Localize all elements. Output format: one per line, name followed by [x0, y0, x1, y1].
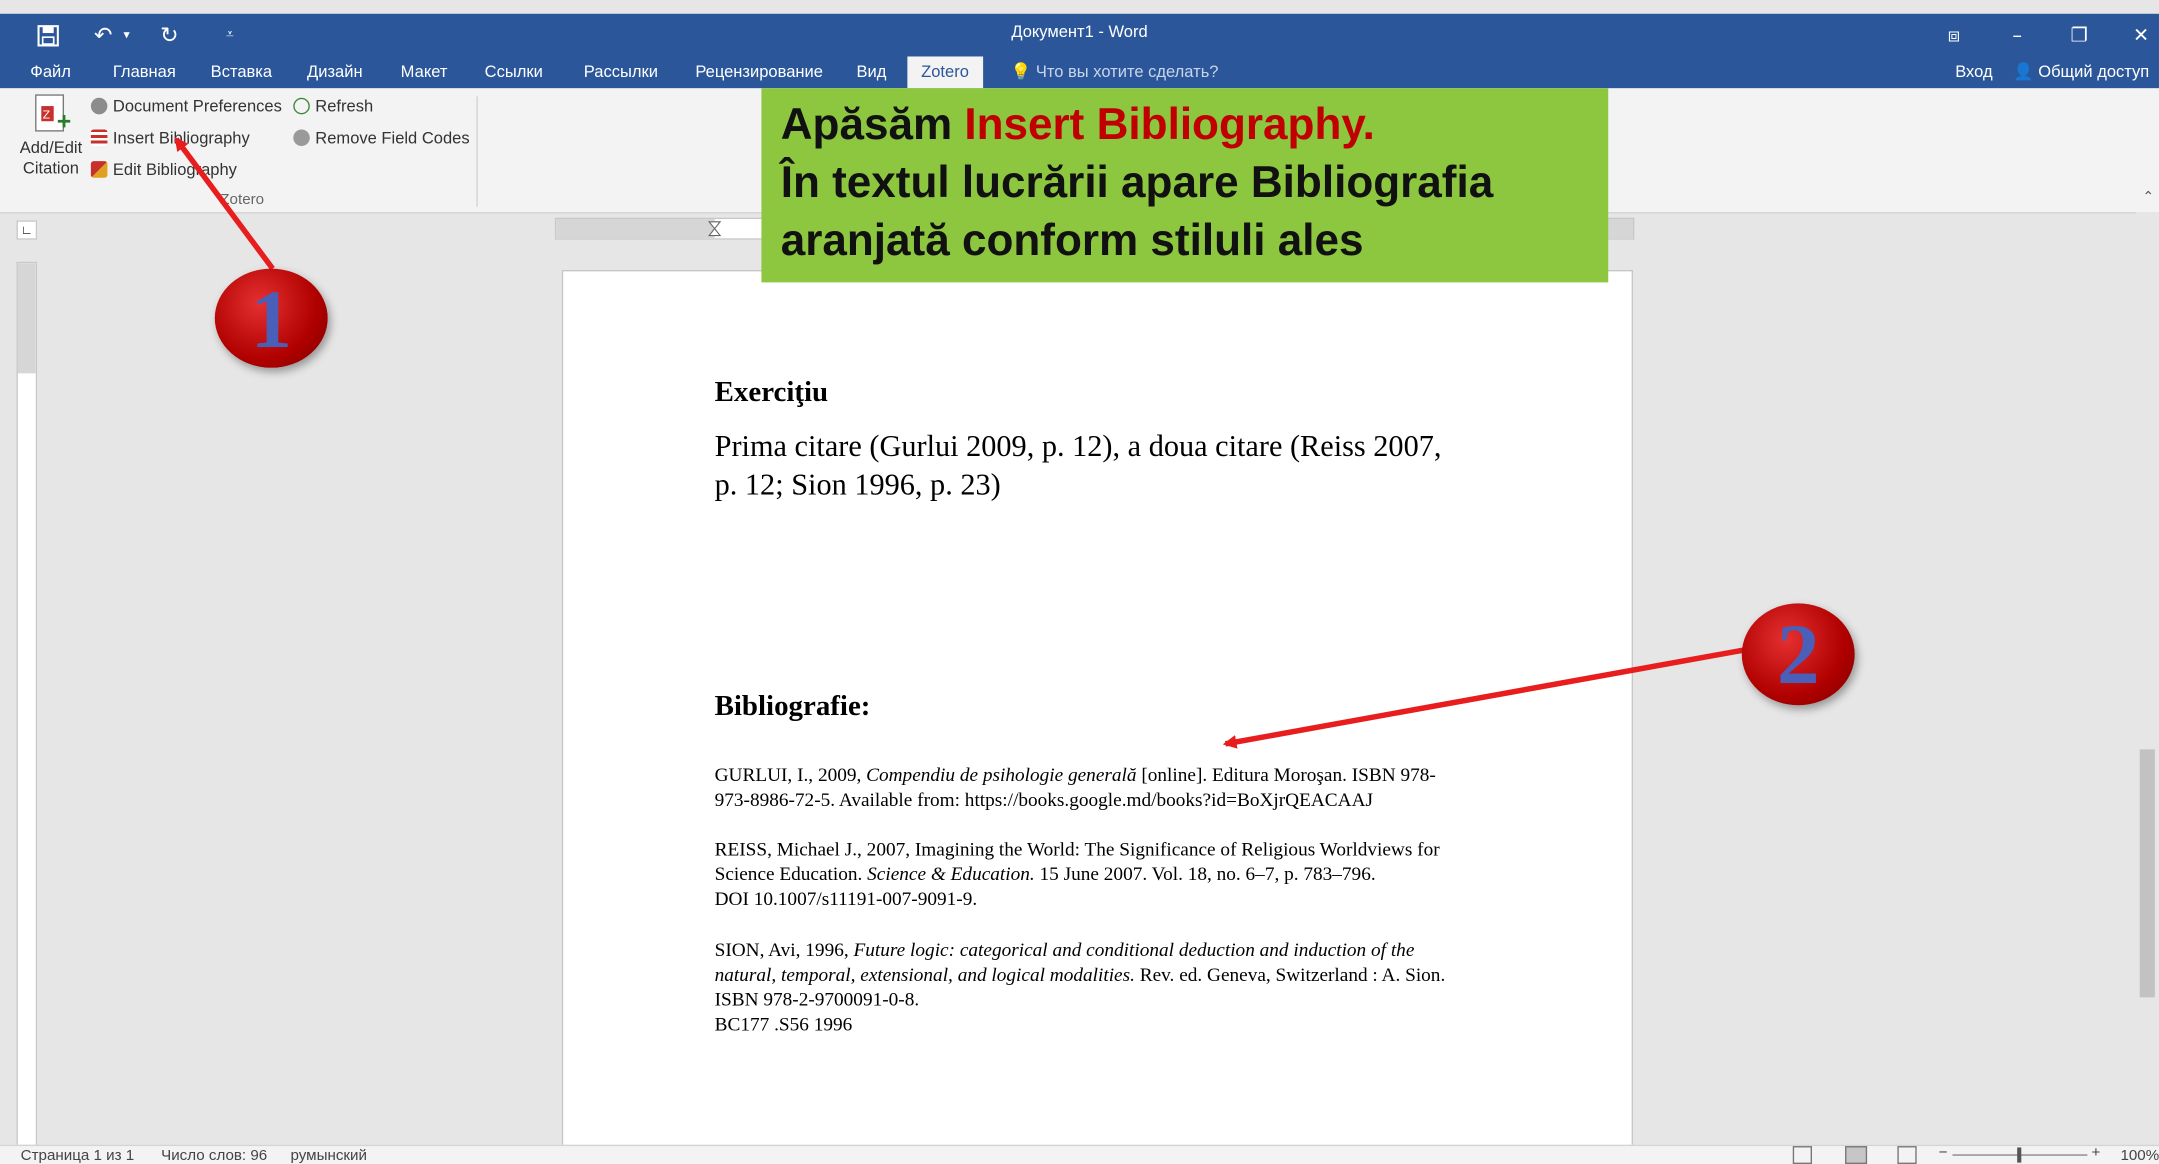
arrow-to-bibliography — [1222, 647, 1744, 749]
page-count[interactable]: Страница 1 из 1 — [21, 1147, 135, 1164]
step-badge-1: 1 — [214, 268, 328, 368]
status-bar: Страница 1 из 1 Число слов: 96 румынский… — [0, 1144, 2159, 1164]
zoom-slider-thumb[interactable] — [2017, 1147, 2022, 1163]
print-layout-icon[interactable] — [1845, 1146, 1868, 1164]
language-indicator[interactable]: румынский — [291, 1147, 367, 1164]
read-mode-icon[interactable] — [1792, 1146, 1813, 1164]
annotation-arrows — [174, 136, 1744, 749]
zoom-level[interactable]: 100% — [2120, 1147, 2159, 1164]
word-count[interactable]: Число слов: 96 — [161, 1147, 267, 1164]
arrow-to-insert-bibliography — [174, 136, 275, 271]
zoom-out-icon[interactable]: − — [1939, 1145, 1948, 1162]
zoom-in-icon[interactable]: + — [2092, 1145, 2101, 1162]
step-badge-2: 2 — [1741, 603, 1855, 706]
web-layout-icon[interactable] — [1897, 1146, 1917, 1164]
